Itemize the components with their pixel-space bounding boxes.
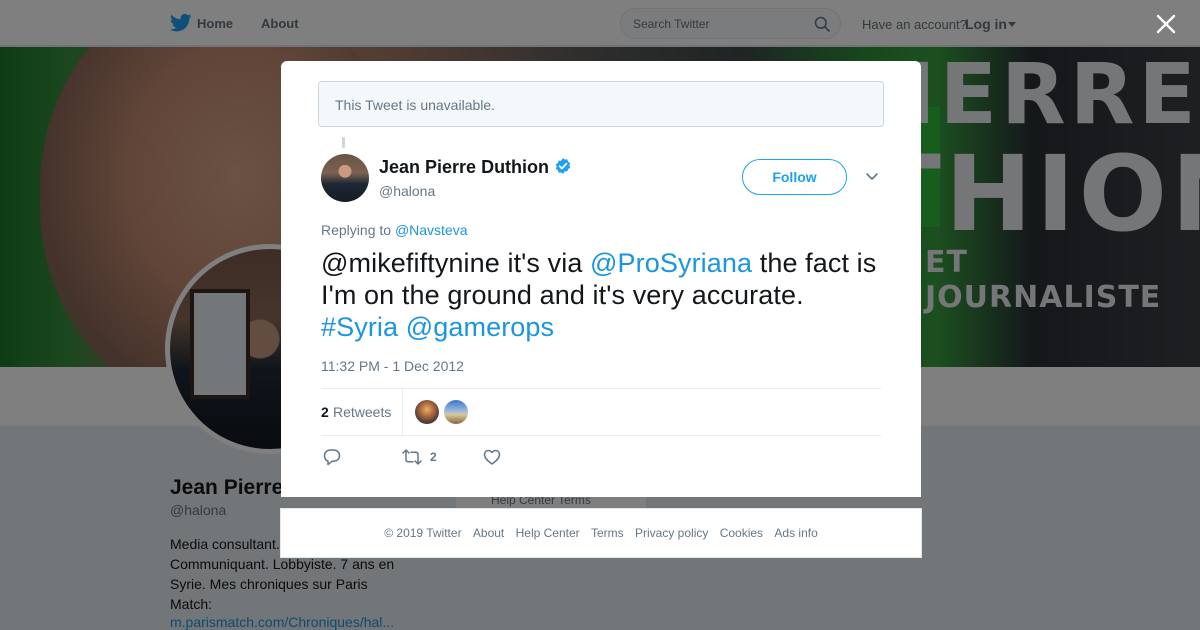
tweet-text-part1: @mikefiftynine it's via [321, 248, 591, 278]
mention-link-gamerops[interactable]: @gamerops [406, 312, 554, 342]
heart-icon[interactable] [483, 448, 501, 466]
thread-connector-line [342, 137, 345, 148]
stats-divider [402, 389, 403, 436]
tweet-text-space [398, 312, 406, 342]
tweet-modal: This Tweet is unavailable. Jean Pierre D… [281, 61, 921, 497]
reply-icon[interactable] [323, 448, 341, 466]
replying-to-line: Replying to @Navsteva [321, 222, 468, 238]
close-icon[interactable] [1154, 12, 1178, 36]
author-avatar[interactable] [321, 154, 369, 202]
hashtag-link-syria[interactable]: #Syria [321, 312, 398, 342]
footer-about-link[interactable]: About [473, 526, 504, 540]
retweeter-avatar[interactable] [444, 400, 468, 424]
retweeter-avatar[interactable] [415, 400, 439, 424]
modal-footer: © 2019 Twitter About Help Center Terms P… [280, 508, 922, 558]
footer-ads-link[interactable]: Ads info [774, 526, 817, 540]
author-name[interactable]: Jean Pierre Duthion [379, 157, 549, 178]
retweet-action-count: 2 [430, 450, 437, 464]
footer-help-link[interactable]: Help Center [516, 526, 580, 540]
retweet-stat-count[interactable]: 2 [321, 404, 329, 420]
footer-privacy-link[interactable]: Privacy policy [635, 526, 708, 540]
footer-terms-link[interactable]: Terms [591, 526, 624, 540]
follow-button[interactable]: Follow [742, 159, 847, 195]
mention-link-prosyriana[interactable]: @ProSyriana [590, 248, 752, 278]
verified-badge-icon [555, 158, 571, 174]
author-handle[interactable]: @halona [379, 183, 435, 199]
footer-cookies-link[interactable]: Cookies [720, 526, 763, 540]
retweet-icon[interactable] [402, 448, 422, 466]
replying-to-link[interactable]: @Navsteva [395, 222, 468, 238]
retweet-stat-label[interactable]: Retweets [333, 404, 391, 420]
tweet-stats: 2 Retweets [321, 388, 881, 436]
unavailable-notice: This Tweet is unavailable. [318, 81, 884, 127]
chevron-down-icon[interactable] [865, 172, 879, 182]
footer-copyright: © 2019 Twitter [384, 526, 462, 540]
tweet-text: @mikefiftynine it's via @ProSyriana the … [321, 247, 886, 343]
tweet-timestamp[interactable]: 11:32 PM - 1 Dec 2012 [321, 358, 464, 374]
replying-prefix: Replying to [321, 222, 392, 238]
tweet-actions: 2 [321, 447, 881, 467]
